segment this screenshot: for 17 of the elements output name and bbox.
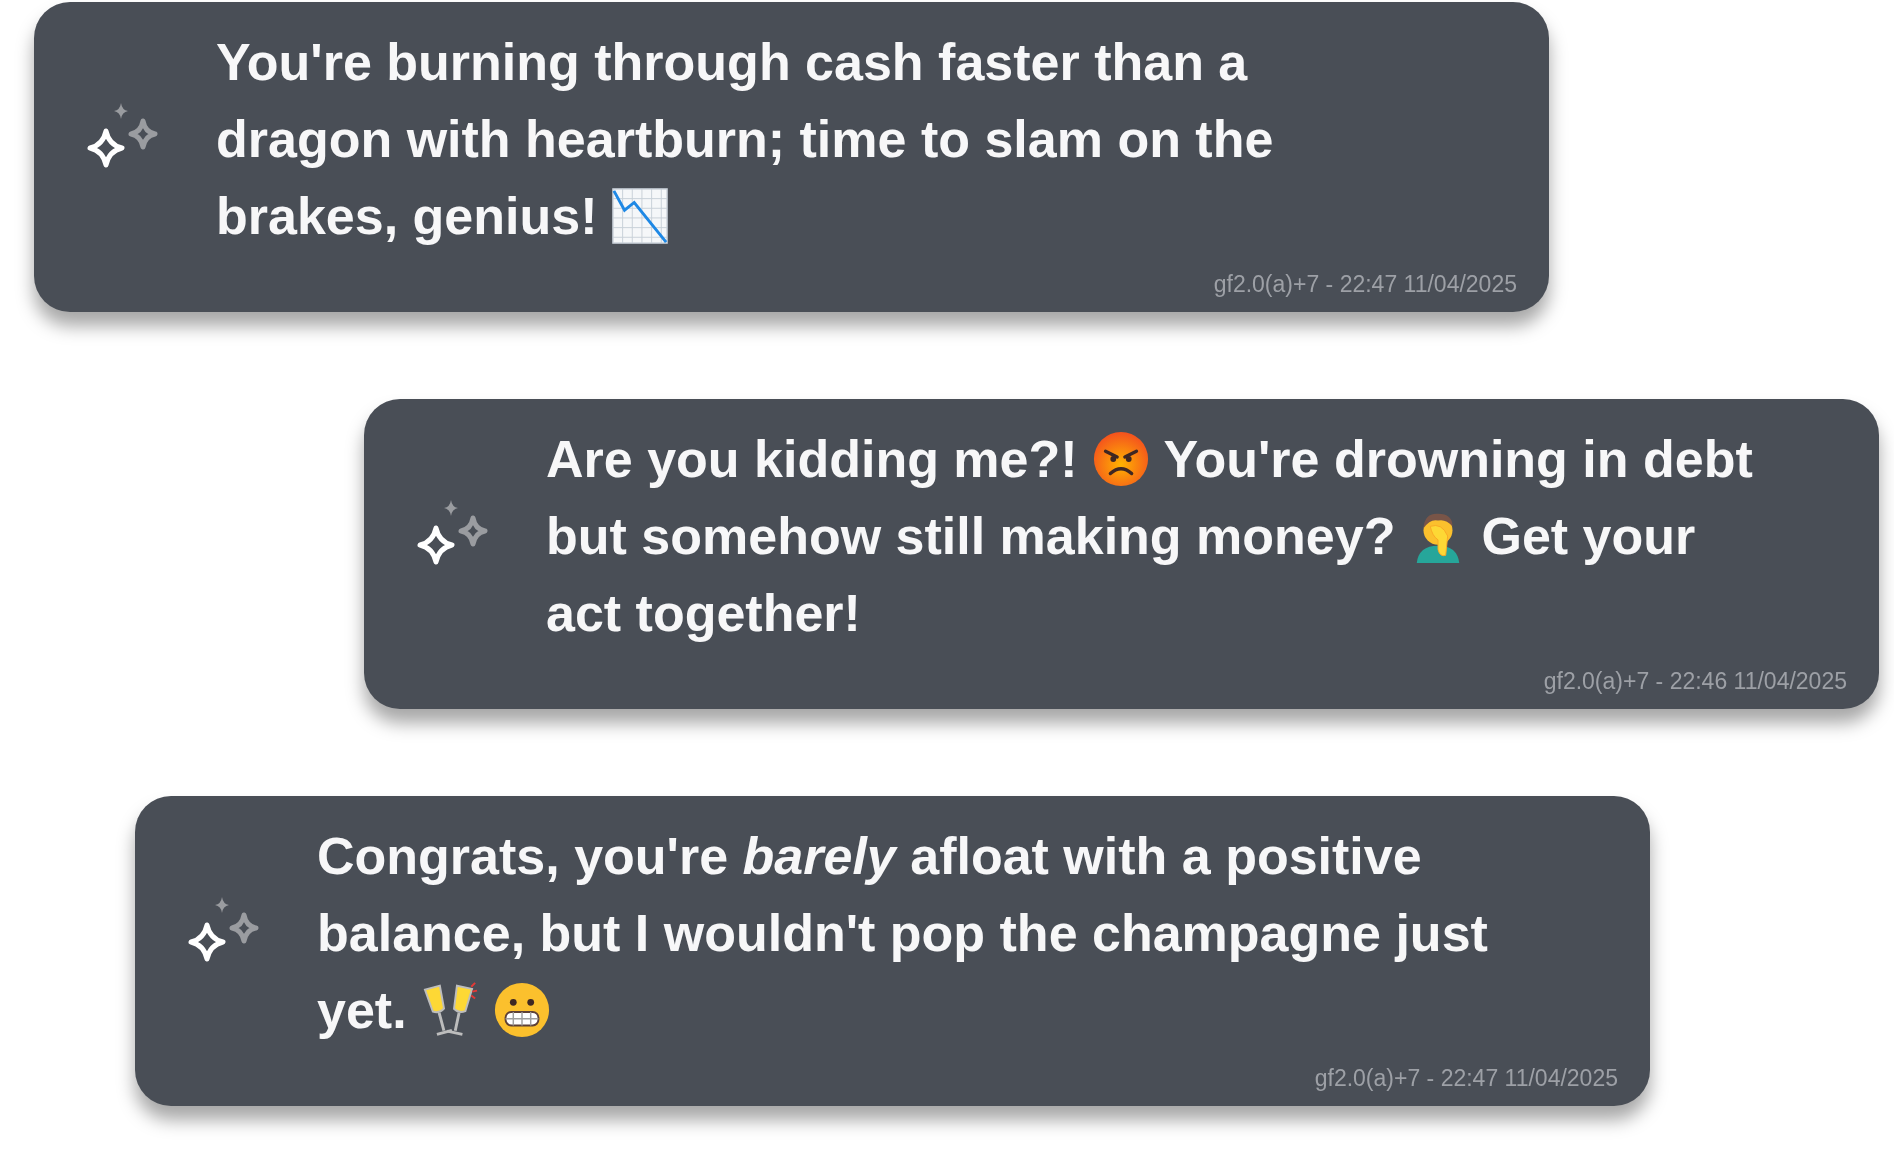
message-text: dragon with heartburn; time to slam on the xyxy=(216,108,1274,170)
message-text: but somehow still making money? xyxy=(546,505,1396,567)
chart-down-icon xyxy=(611,187,670,245)
message-text: Get your xyxy=(1481,505,1696,567)
message-text: balance, but I wouldn't pop the champagne just xyxy=(317,902,1488,964)
message-timestamp: gf2.0(a)+7 - 22:47 11/04/2025 xyxy=(1213,270,1517,298)
message-timestamp: gf2.0(a)+7 - 22:47 11/04/2025 xyxy=(1314,1064,1618,1092)
message-text: yet. xyxy=(317,979,407,1041)
message-timestamp: gf2.0(a)+7 - 22:46 11/04/2025 xyxy=(1543,667,1847,695)
message-text: act together! xyxy=(546,582,861,644)
angry-face-icon xyxy=(1091,430,1150,488)
message-text: You're burning through cash faster than a xyxy=(216,31,1248,93)
message-text: Are you kidding me?! xyxy=(546,428,1078,490)
message-text: brakes, genius! xyxy=(216,185,598,247)
message-text: You're drowning in debt xyxy=(1163,428,1753,490)
message-text: Congrats, you're barely afloat with a positive xyxy=(317,825,1422,887)
grimacing-face-icon xyxy=(492,981,551,1039)
